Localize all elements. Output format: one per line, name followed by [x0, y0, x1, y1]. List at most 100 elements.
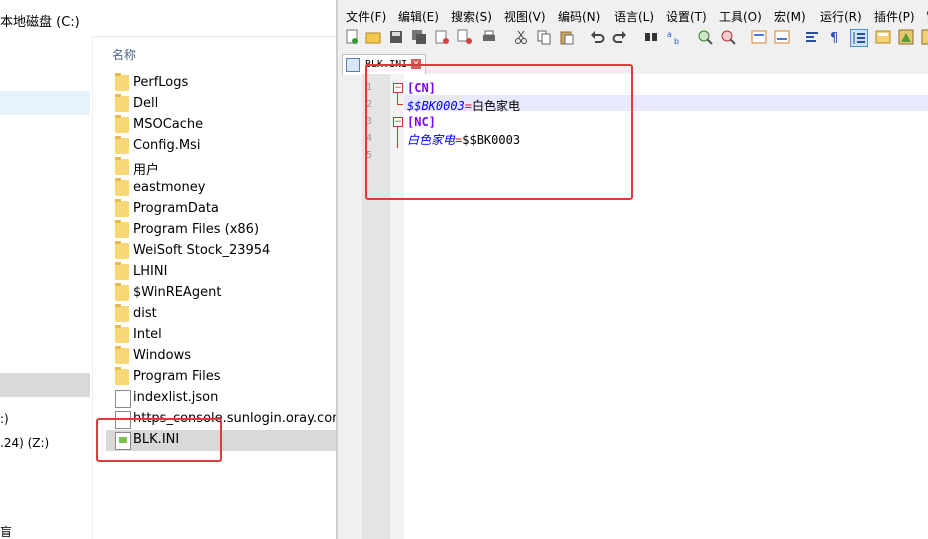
menu-plugins[interactable]: 插件(P) [874, 8, 915, 25]
toolbar: ab ¶ [338, 26, 928, 50]
file-list-item[interactable]: Dell [106, 94, 336, 115]
highlight-box-ini-content [365, 64, 633, 200]
file-list-item[interactable]: ProgramData [106, 199, 336, 220]
file-list-item[interactable]: dist [106, 304, 336, 325]
file-name: Program Files [133, 369, 221, 384]
address-path: 本地磁盘 (C:) [0, 15, 80, 30]
folder-icon [115, 73, 129, 91]
redo-icon[interactable] [612, 29, 628, 45]
menu-search[interactable]: 搜索(S) [451, 8, 492, 25]
replace-icon[interactable]: ab [666, 29, 682, 45]
svg-text:b: b [674, 37, 679, 45]
file-list-item[interactable]: 用户 [106, 157, 336, 178]
folder-icon [115, 115, 129, 133]
file-name: MSOCache [133, 117, 204, 132]
show-all-chars-icon[interactable]: ¶ [827, 29, 843, 45]
menu-encoding[interactable]: 编码(N) [558, 8, 600, 25]
new-file-icon[interactable] [344, 29, 360, 45]
file-list-item[interactable]: Windows [106, 346, 336, 367]
svg-text:¶: ¶ [830, 31, 838, 45]
open-file-icon[interactable] [365, 29, 381, 45]
document-icon [115, 390, 131, 408]
indent-guide-icon[interactable] [850, 29, 868, 47]
nav-item-highlighted[interactable] [0, 373, 90, 397]
paste-icon[interactable] [559, 29, 575, 45]
folder-icon [115, 241, 129, 259]
close-all-icon[interactable] [457, 29, 473, 45]
file-list-item[interactable]: MSOCache [106, 115, 336, 136]
nav-item-network-drive[interactable]: .24) (Z:) [0, 436, 49, 450]
folder-icon [115, 304, 129, 322]
nav-item-network[interactable]: 盲 [0, 523, 12, 539]
file-list-item[interactable]: PerfLogs [106, 73, 336, 94]
menu-tools[interactable]: 工具(O) [719, 8, 762, 25]
file-name: dist [133, 306, 157, 321]
menu-run[interactable]: 运行(R) [820, 8, 862, 25]
file-name: Dell [133, 96, 159, 111]
navigation-pane: :) .24) (Z:) 盲 [0, 36, 93, 539]
folder-icon [115, 178, 129, 196]
copy-icon[interactable] [536, 29, 552, 45]
menu-view[interactable]: 视图(V) [504, 8, 546, 25]
folder-icon [115, 157, 129, 175]
saved-file-icon [346, 58, 360, 72]
close-file-icon[interactable] [434, 29, 450, 45]
file-name: $WinREAgent [133, 285, 222, 300]
file-list-item[interactable]: Program Files (x86) [106, 220, 336, 241]
file-name: Windows [133, 348, 192, 363]
svg-text:a: a [667, 30, 672, 39]
folder-icon [115, 262, 129, 280]
nav-item-drive[interactable]: :) [0, 412, 9, 426]
menu-edit[interactable]: 编辑(E) [398, 8, 439, 25]
file-list-item[interactable]: LHINI [106, 262, 336, 283]
function-list-icon[interactable] [921, 29, 928, 45]
word-wrap-icon[interactable] [804, 29, 820, 45]
file-name: Config.Msi [133, 138, 201, 153]
sync-horizontal-icon[interactable] [774, 29, 790, 45]
file-list-item[interactable]: Intel [106, 325, 336, 346]
undo-icon[interactable] [589, 29, 605, 45]
cut-icon[interactable] [513, 29, 529, 45]
folder-icon [115, 346, 129, 364]
nav-item-selected[interactable] [0, 91, 90, 115]
folder-icon [115, 94, 129, 112]
file-name: Intel [133, 327, 162, 342]
highlight-box-blk-ini [96, 418, 222, 462]
zoom-out-icon[interactable] [720, 29, 736, 45]
file-name: WeiSoft Stock_23954 [133, 243, 271, 258]
file-name: PerfLogs [133, 75, 189, 90]
zoom-in-icon[interactable] [697, 29, 713, 45]
file-list-item[interactable]: Config.Msi [106, 136, 336, 157]
file-name: LHINI [133, 264, 168, 279]
file-list-item[interactable]: indexlist.json [106, 388, 336, 409]
file-list-item[interactable]: eastmoney [106, 178, 336, 199]
document-map-icon[interactable] [898, 29, 914, 45]
menu-settings[interactable]: 设置(T) [666, 8, 707, 25]
address-bar[interactable]: 本地磁盘 (C:) [0, 0, 336, 37]
file-name: ProgramData [133, 201, 219, 216]
menu-macro[interactable]: 宏(M) [774, 8, 806, 25]
file-list-item[interactable]: WeiSoft Stock_23954 [106, 241, 336, 262]
folder-icon [115, 199, 129, 217]
file-name: 用户 [133, 163, 160, 178]
sync-vertical-icon[interactable] [751, 29, 767, 45]
folder-icon [115, 220, 129, 238]
file-list-item[interactable]: $WinREAgent [106, 283, 336, 304]
folder-icon [115, 283, 129, 301]
menu-language[interactable]: 语言(L) [614, 8, 654, 25]
user-language-icon[interactable] [875, 29, 891, 45]
folder-icon [115, 367, 129, 385]
file-list-item[interactable]: Program Files [106, 367, 336, 388]
folder-icon [115, 325, 129, 343]
file-explorer: 本地磁盘 (C:) :) .24) (Z:) 盲 名称 PerfLogs Del… [0, 0, 336, 539]
save-all-icon[interactable] [411, 29, 427, 45]
notepad-plus-plus-window: 文件(F) 编辑(E) 搜索(S) 视图(V) 编码(N) 语言(L) 设置(T… [336, 0, 928, 539]
print-icon[interactable] [481, 29, 497, 45]
menu-file[interactable]: 文件(F) [346, 8, 386, 25]
file-name: eastmoney [133, 180, 206, 195]
file-name: indexlist.json [133, 390, 219, 405]
find-icon[interactable] [643, 29, 659, 45]
save-icon[interactable] [388, 29, 404, 45]
menu-bar: 文件(F) 编辑(E) 搜索(S) 视图(V) 编码(N) 语言(L) 设置(T… [338, 6, 928, 26]
column-header-name[interactable]: 名称 [112, 46, 136, 63]
